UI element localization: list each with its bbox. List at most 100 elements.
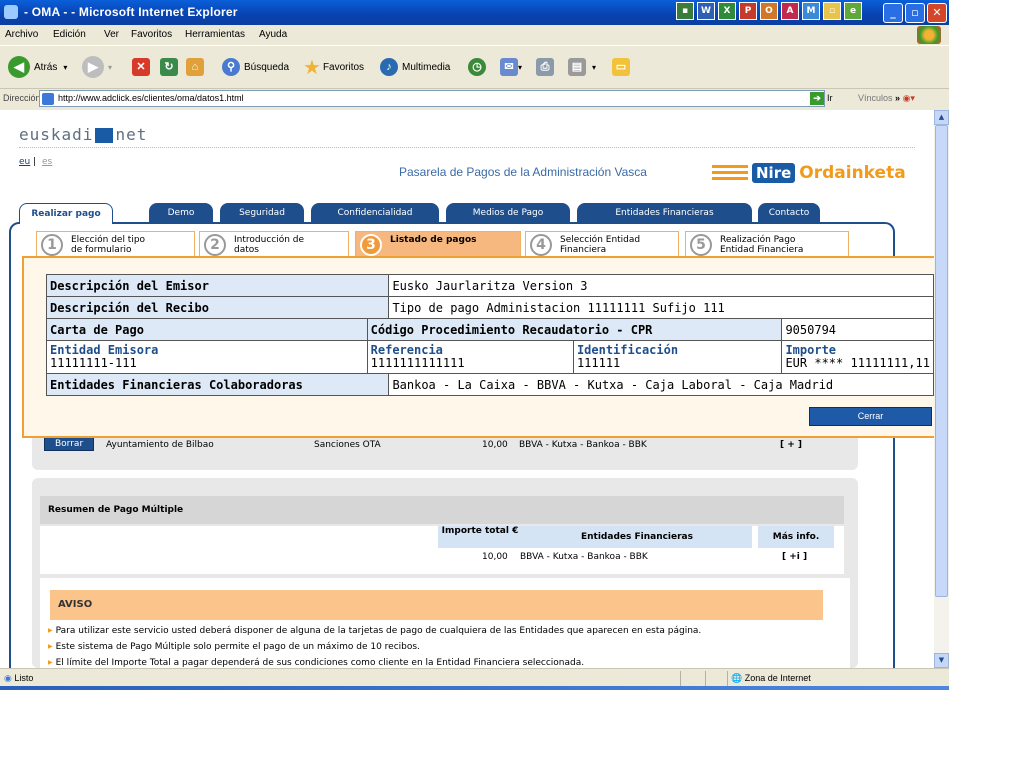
edit-button[interactable]: ▤ ▾ bbox=[568, 54, 596, 80]
recibo-label: Descripción del Recibo bbox=[45, 296, 390, 319]
home-button[interactable]: ⌂ bbox=[186, 54, 204, 80]
address-input[interactable]: http://www.adclick.es/clientes/oma/datos… bbox=[39, 90, 825, 107]
access-icon[interactable]: A bbox=[781, 2, 799, 20]
table-row: Borrar Ayuntamiento de Bilbao Sanciones … bbox=[44, 437, 802, 451]
mail-icon: ✉ bbox=[500, 58, 518, 76]
toolbar-extra-icon[interactable]: ◉▾ bbox=[903, 93, 915, 103]
favorites-button[interactable]: ★ Favoritos bbox=[303, 54, 364, 80]
forward-button[interactable]: ▶ ▾ bbox=[82, 54, 112, 80]
browser-window: - OMA - - Microsoft Internet Explorer ▪ … bbox=[0, 0, 949, 690]
step-number: 3 bbox=[360, 234, 382, 256]
delete-button[interactable]: Borrar bbox=[44, 437, 95, 451]
address-bar: Dirección http://www.adclick.es/clientes… bbox=[0, 89, 949, 109]
word-icon[interactable]: W bbox=[697, 2, 715, 20]
tab-entidades-financieras[interactable]: Entidades Financieras bbox=[577, 203, 752, 223]
summary-title: Resumen de Pago Múltiple bbox=[40, 496, 844, 524]
close-modal-button[interactable]: Cerrar bbox=[809, 407, 932, 426]
print-button[interactable]: ⎙ bbox=[536, 54, 554, 80]
search-button[interactable]: ⚲ Búsqueda bbox=[222, 54, 289, 80]
step-number: 5 bbox=[690, 234, 712, 256]
tab-medios-de-pago[interactable]: Medios de Pago bbox=[446, 203, 570, 223]
globe-icon: 🌐 bbox=[731, 673, 743, 683]
close-button[interactable]: ✕ bbox=[927, 3, 947, 23]
status-text: ◉ Listo bbox=[4, 673, 34, 683]
importe-value: EUR **** 11111111,11 bbox=[785, 356, 930, 370]
menu-ayuda[interactable]: Ayuda bbox=[259, 29, 287, 40]
menu-favoritos[interactable]: Favoritos bbox=[131, 29, 172, 40]
page-viewport: euskadi net eu | es Pasarela de Pagos de … bbox=[0, 110, 934, 668]
referencia-value: 1111111111111 bbox=[370, 356, 465, 370]
brand-nire: Nire bbox=[752, 163, 796, 183]
lang-es-link[interactable]: es bbox=[42, 157, 52, 167]
logo-block-icon bbox=[95, 128, 114, 143]
step-1: 1 Elección del tipo de formulario bbox=[36, 231, 195, 257]
messenger-icon[interactable]: M bbox=[802, 2, 820, 20]
step-number: 1 bbox=[41, 234, 63, 256]
header-divider bbox=[19, 147, 915, 148]
tab-realizar-pago[interactable]: Realizar pago bbox=[19, 203, 113, 224]
scroll-up-icon[interactable]: ▲ bbox=[934, 110, 949, 125]
excel-icon[interactable]: X bbox=[718, 2, 736, 20]
multimedia-button[interactable]: ♪ Multimedia bbox=[380, 54, 450, 80]
importe-cell: Importe EUR **** 11111111,11 bbox=[781, 340, 934, 374]
menu-bar: Archivo Edición Ver Favoritos Herramient… bbox=[0, 25, 949, 46]
menu-herramientas[interactable]: Herramientas bbox=[185, 29, 245, 40]
folder-icon[interactable]: ▫ bbox=[823, 2, 841, 20]
discuss-button[interactable]: ▭ bbox=[612, 54, 630, 80]
search-label: Búsqueda bbox=[244, 61, 290, 73]
detail-table: Descripción del Emisor Eusko Jaurlaritza… bbox=[45, 274, 934, 396]
favorites-label: Favoritos bbox=[322, 61, 365, 73]
menu-archivo[interactable]: Archivo bbox=[5, 29, 38, 40]
refresh-button[interactable]: ↻ bbox=[160, 54, 178, 80]
back-arrow-icon: ◀ bbox=[8, 56, 30, 78]
summary-total: 10,00 bbox=[482, 552, 508, 562]
aviso-title: AVISO bbox=[50, 590, 823, 620]
menu-ver[interactable]: Ver bbox=[104, 29, 119, 40]
toolbar: ◀ Atrás ▾ ▶ ▾ ✕ ↻ ⌂ ⚲ Búsqueda ★ Favorit… bbox=[0, 46, 949, 89]
scroll-thumb[interactable] bbox=[935, 125, 948, 597]
mail-button[interactable]: ✉ ▾ bbox=[500, 54, 522, 80]
colab-value: Bankoa - La Caixa - BBVA - Kutxa - Caja … bbox=[388, 373, 934, 396]
vertical-scrollbar[interactable]: ▲ ▼ bbox=[934, 110, 949, 668]
back-button[interactable]: ◀ Atrás ▾ bbox=[8, 54, 67, 80]
page-icon bbox=[42, 92, 54, 105]
row-more-info[interactable]: [ + ] bbox=[780, 440, 802, 450]
taskbar-edge bbox=[0, 686, 949, 690]
minimize-button[interactable]: _ bbox=[883, 3, 903, 23]
step-2: 2 Introducción de datos bbox=[199, 231, 349, 257]
summary-banks: BBVA - Kutxa - Bankoa - BBK bbox=[520, 552, 648, 562]
step-label: Listado de pagos bbox=[390, 235, 477, 245]
outlook-icon[interactable]: O bbox=[760, 2, 778, 20]
stop-button[interactable]: ✕ bbox=[132, 54, 150, 80]
status-bar: ◉ Listo 🌐 Zona de Internet bbox=[0, 668, 949, 688]
col-total: Importe total € bbox=[438, 526, 522, 548]
edit-icon: ▤ bbox=[568, 58, 586, 76]
tab-seguridad[interactable]: Seguridad bbox=[220, 203, 304, 223]
chevron-down-icon: ▾ bbox=[108, 62, 113, 72]
window-title: - OMA - - Microsoft Internet Explorer bbox=[24, 5, 238, 19]
history-button[interactable]: ◷ bbox=[468, 54, 486, 80]
euskadi-logo[interactable]: euskadi net bbox=[19, 125, 147, 144]
tab-demo[interactable]: Demo bbox=[149, 203, 213, 223]
go-arrow-icon: ➔ bbox=[810, 92, 824, 105]
links-button[interactable]: Vínculos » ◉▾ bbox=[858, 93, 915, 104]
app-icon[interactable]: ▪ bbox=[676, 2, 694, 20]
tab-confidencialidad[interactable]: Confidencialidad bbox=[311, 203, 439, 223]
step-4: 4 Selección Entidad Financiera bbox=[525, 231, 679, 257]
aviso-box: AVISO Para utilizar este servicio usted … bbox=[40, 578, 850, 668]
summary-more-info[interactable]: [ +i ] bbox=[782, 552, 807, 562]
search-icon: ⚲ bbox=[222, 58, 240, 76]
step-3-active: 3 Listado de pagos bbox=[355, 231, 521, 257]
home-icon: ⌂ bbox=[186, 58, 204, 76]
scroll-down-icon[interactable]: ▼ bbox=[934, 653, 949, 668]
colab-label: Entidades Financieras Colaboradoras bbox=[45, 373, 390, 396]
powerpoint-icon[interactable]: P bbox=[739, 2, 757, 20]
menu-edicion[interactable]: Edición bbox=[53, 29, 86, 40]
step-label: Introducción de datos bbox=[234, 235, 305, 255]
lang-eu-link[interactable]: eu bbox=[19, 157, 30, 167]
emisor-value: Eusko Jaurlaritza Version 3 bbox=[388, 274, 934, 297]
go-button[interactable]: ➔ Ir bbox=[810, 92, 833, 105]
browser-icon[interactable]: e bbox=[844, 2, 862, 20]
maximize-button[interactable]: ▫ bbox=[905, 3, 925, 23]
tab-contacto[interactable]: Contacto bbox=[758, 203, 820, 223]
